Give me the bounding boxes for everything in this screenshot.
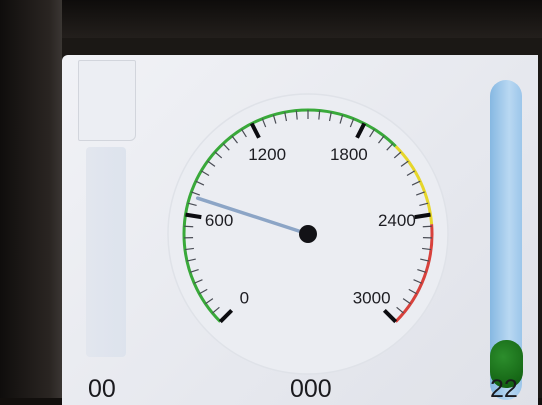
gauge-label-600: 600 [205,211,233,230]
rpm-gauge: 0 600 1200 1800 2400 3000 [167,93,449,375]
device-bezel-top [0,0,542,38]
gauge-minor-tick [318,110,321,120]
gauge-major-tick [414,212,431,220]
gauge-label-2400: 2400 [378,211,416,230]
footer-right-value: 22 [490,375,518,403]
gauge-minor-tick [422,225,432,228]
gauge-label-1200: 1200 [248,145,286,164]
footer-left-value: 00 [88,375,116,403]
device-bezel-left [0,0,62,405]
gauge-needle-hub [299,225,317,243]
gauge-label-1800: 1800 [330,145,368,164]
lcd-screen: 0 600 1200 1800 2400 3000 00 000 22 [62,55,538,405]
gauge-minor-tick [184,225,194,228]
footer-center-value: 000 [290,375,332,403]
gauge-label-3000: 3000 [353,289,391,308]
gauge-minor-tick [295,110,298,120]
gauge-label-0: 0 [240,289,249,308]
gauge-major-tick [185,212,202,220]
